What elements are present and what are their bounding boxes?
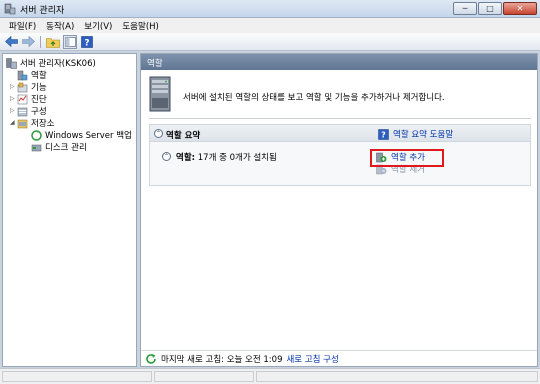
forward-arrow-icon[interactable] bbox=[21, 35, 35, 49]
console-tree-icon[interactable] bbox=[63, 34, 77, 49]
collapse-section-button[interactable]: ⌃ bbox=[154, 129, 163, 138]
tree-root[interactable]: 서버 관리자(KSK06) bbox=[6, 57, 96, 69]
help-icon: ? bbox=[378, 128, 389, 140]
section-header: ⌃ 역할 요약 ? 역할 요약 도움말 bbox=[150, 125, 530, 142]
tree-item-label: 기능 bbox=[31, 83, 47, 93]
server-icon bbox=[149, 76, 171, 112]
help-link-label: 역할 요약 도움말 bbox=[393, 130, 454, 140]
toolbar-separator bbox=[40, 35, 41, 48]
status-segment bbox=[154, 371, 254, 382]
highlight-box bbox=[370, 149, 444, 167]
up-folder-icon[interactable] bbox=[46, 35, 60, 49]
tree-item-disk-management[interactable]: 디스크 관리 bbox=[31, 141, 87, 153]
refresh-icon[interactable] bbox=[145, 353, 157, 365]
svg-text:?: ? bbox=[84, 38, 89, 48]
disk-management-icon bbox=[31, 142, 42, 153]
configuration-icon bbox=[17, 106, 28, 117]
configure-refresh-link[interactable]: 새로 고침 구성 bbox=[286, 353, 338, 365]
maximize-button[interactable]: □ bbox=[478, 2, 502, 15]
minimize-button[interactable]: ─ bbox=[453, 2, 477, 15]
features-icon bbox=[17, 82, 28, 93]
divider bbox=[149, 118, 531, 119]
window-title: 서버 관리자 bbox=[20, 6, 65, 16]
storage-icon bbox=[17, 118, 28, 129]
close-button[interactable]: ✕ bbox=[503, 2, 537, 15]
menu-view[interactable]: 보기(V) bbox=[79, 18, 117, 33]
tree-item-label: Windows Server 백업 bbox=[45, 131, 132, 141]
intro-section: 서버에 설치된 역할의 상태를 보고 역할 및 기능을 추가하거나 제거합니다. bbox=[149, 76, 533, 116]
expand-icon[interactable]: ▷ bbox=[10, 95, 15, 102]
refresh-status-bar: 마지막 새로 고침: 오늘 오전 1:09 새로 고침 구성 bbox=[141, 350, 537, 366]
svg-text:?: ? bbox=[381, 130, 386, 139]
tree-item-roles[interactable]: 역할 bbox=[17, 69, 47, 81]
menu-help[interactable]: 도움말(H) bbox=[117, 18, 163, 33]
roles-description: 서버에 설치된 역할의 상태를 보고 역할 및 기능을 추가하거나 제거합니다. bbox=[183, 93, 445, 103]
roles-icon bbox=[17, 70, 28, 81]
expand-icon[interactable]: ▷ bbox=[10, 83, 15, 90]
server-manager-icon bbox=[4, 3, 16, 15]
window-status-bar bbox=[0, 368, 540, 384]
collapse-roles-button[interactable]: ⌃ bbox=[162, 152, 171, 161]
help-icon[interactable]: ? bbox=[80, 35, 94, 49]
last-refresh-text: 마지막 새로 고침: 오늘 오전 1:09 bbox=[161, 354, 283, 365]
status-segment bbox=[2, 371, 152, 382]
tree-item-storage[interactable]: 저장소 bbox=[17, 117, 54, 129]
expand-icon[interactable]: ▷ bbox=[10, 107, 15, 114]
content-pane: 역할 서버에 설치된 역할의 상태를 보고 역할 및 기능을 추가하거나 제거합… bbox=[140, 53, 538, 367]
menu-bar: 파일(F) 동작(A) 보기(V) 도움말(H) bbox=[0, 18, 540, 33]
toolbar: ? bbox=[0, 33, 540, 51]
backup-icon bbox=[31, 129, 42, 141]
menu-action[interactable]: 동작(A) bbox=[41, 18, 79, 33]
collapse-icon[interactable]: ◢ bbox=[10, 119, 15, 126]
tree-item-features[interactable]: 기능 bbox=[17, 81, 47, 93]
roles-summary: 역할: 17개 중 0개가 설치됨 bbox=[176, 151, 277, 163]
tree-item-label: 구성 bbox=[31, 107, 47, 117]
diagnostics-icon bbox=[17, 94, 28, 105]
tree-item-label: 저장소 bbox=[31, 119, 55, 129]
summary-text: 17개 중 0개가 설치됨 bbox=[197, 153, 277, 163]
section-title: 역할 요약 bbox=[166, 131, 201, 141]
tree-item-windows-server-backup[interactable]: Windows Server 백업 bbox=[31, 129, 132, 141]
server-manager-icon bbox=[6, 57, 17, 69]
content-header: 역할 bbox=[141, 54, 537, 70]
roles-summary-section: ⌃ 역할 요약 ? 역할 요약 도움말 ⌃ 역할: 17개 중 0개가 설치됨 … bbox=[149, 124, 531, 186]
tree-item-configuration[interactable]: 구성 bbox=[17, 105, 47, 117]
back-arrow-icon[interactable] bbox=[4, 35, 18, 49]
summary-label: 역할: bbox=[176, 153, 196, 163]
console-tree: 서버 관리자(KSK06) 역할 ▷ 기능 ▷ 진단 ▷ 구성 ◢ 저장소 Wi… bbox=[2, 53, 137, 367]
tree-item-label: 디스크 관리 bbox=[45, 143, 87, 153]
tree-item-label: 진단 bbox=[31, 95, 47, 105]
menu-file[interactable]: 파일(F) bbox=[4, 18, 41, 33]
roles-summary-help-link[interactable]: ? 역할 요약 도움말 bbox=[378, 128, 453, 140]
tree-item-diagnostics[interactable]: 진단 bbox=[17, 93, 47, 105]
tree-root-label: 서버 관리자(KSK06) bbox=[20, 59, 96, 69]
title-bar: 서버 관리자 ─ □ ✕ bbox=[0, 0, 540, 18]
status-segment bbox=[256, 371, 538, 382]
tree-item-label: 역할 bbox=[31, 71, 47, 81]
